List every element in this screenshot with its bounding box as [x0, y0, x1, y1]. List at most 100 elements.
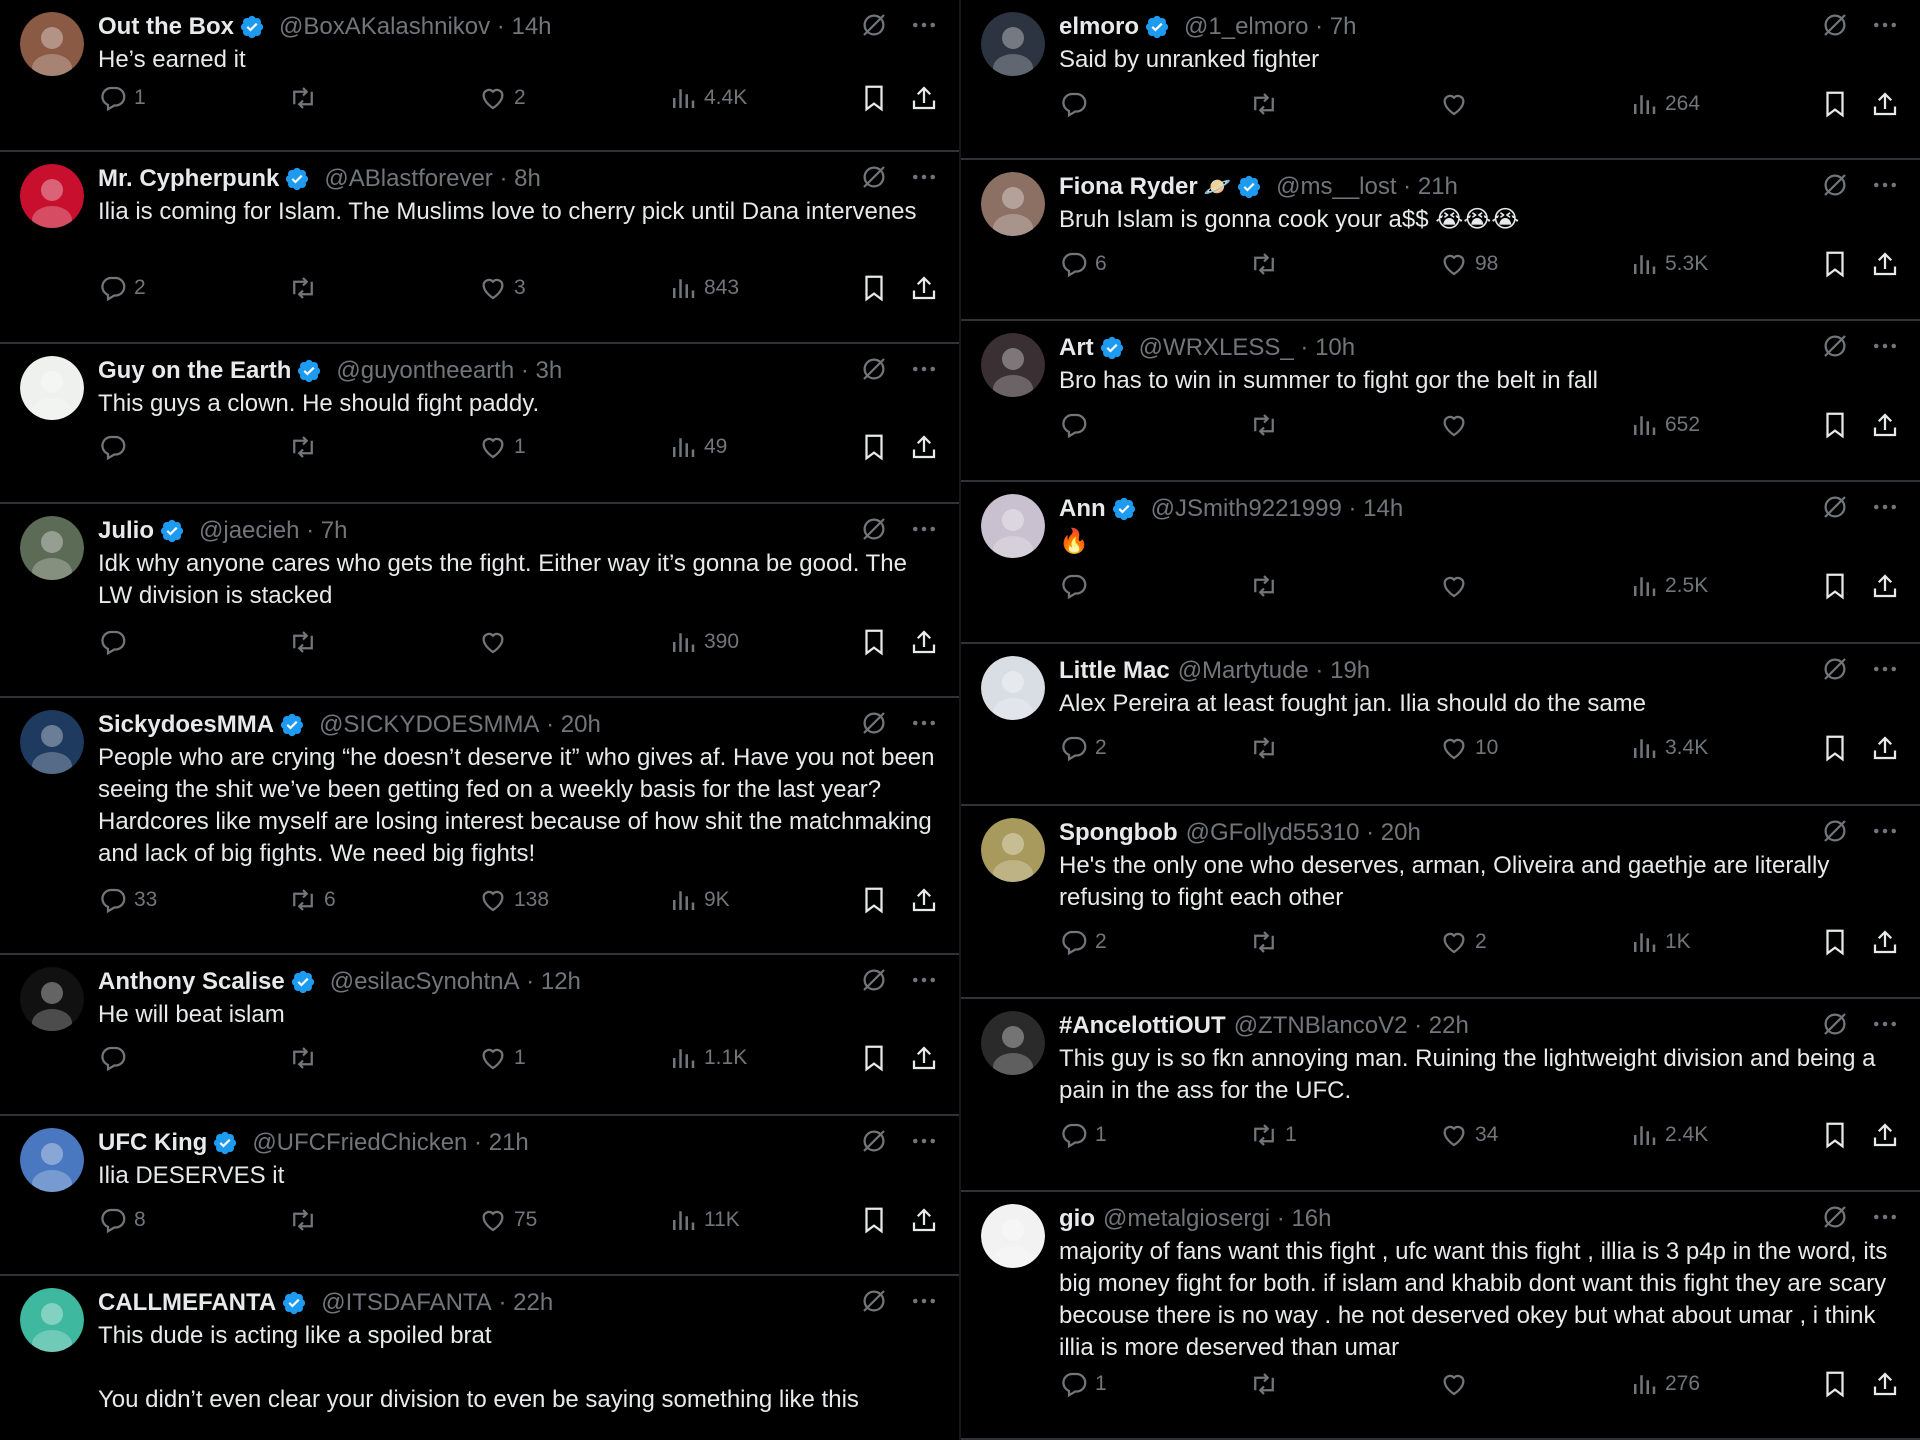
share-button[interactable]: [1870, 249, 1900, 279]
tweet[interactable]: Fiona Ryder 🪐 @ms__lost · 21h Bruh Islam…: [961, 160, 1920, 321]
avatar[interactable]: [981, 818, 1045, 882]
views-button[interactable]: 9K: [668, 885, 730, 915]
retweet-button[interactable]: 1: [1249, 1120, 1297, 1150]
grok-icon[interactable]: [859, 708, 889, 738]
retweet-button[interactable]: [288, 273, 324, 303]
avatar[interactable]: [981, 1204, 1045, 1268]
display-name[interactable]: Ann: [1059, 495, 1106, 523]
tweet-time[interactable]: 8h: [514, 165, 541, 193]
share-button[interactable]: [909, 885, 939, 915]
display-name[interactable]: UFC King: [98, 1129, 207, 1157]
like-button[interactable]: 2: [478, 83, 526, 113]
user-handle[interactable]: @ms__lost: [1276, 173, 1396, 201]
like-button[interactable]: 1: [478, 1043, 526, 1073]
reply-button[interactable]: 2: [1059, 733, 1107, 763]
retweet-button[interactable]: [1249, 410, 1285, 440]
views-button[interactable]: 264: [1629, 89, 1700, 119]
retweet-button[interactable]: [1249, 89, 1285, 119]
retweet-button[interactable]: [288, 1205, 324, 1235]
tweet[interactable]: Little Mac @Martytude · 19h Alex Pereira…: [961, 644, 1920, 806]
bookmark-button[interactable]: [1820, 733, 1850, 763]
reply-button[interactable]: 1: [1059, 1369, 1107, 1399]
tweet[interactable]: SickydoesMMA @SICKYDOESMMA · 20h People …: [0, 698, 959, 955]
reply-button[interactable]: [1059, 410, 1095, 440]
more-options-icon[interactable]: [909, 708, 939, 738]
user-handle[interactable]: @metalgiosergi: [1103, 1205, 1270, 1233]
tweet[interactable]: elmoro @1_elmoro · 7h Said by unranked f…: [961, 0, 1920, 160]
avatar[interactable]: [20, 1128, 84, 1192]
bookmark-button[interactable]: [859, 432, 889, 462]
avatar[interactable]: [981, 1011, 1045, 1075]
bookmark-button[interactable]: [1820, 1120, 1850, 1150]
like-button[interactable]: 3: [478, 273, 526, 303]
like-button[interactable]: 34: [1439, 1120, 1498, 1150]
tweet[interactable]: CALLMEFANTA @ITSDAFANTA · 22h This dude …: [0, 1276, 959, 1440]
bookmark-button[interactable]: [1820, 89, 1850, 119]
avatar[interactable]: [981, 12, 1045, 76]
more-options-icon[interactable]: [1870, 170, 1900, 200]
views-button[interactable]: 652: [1629, 410, 1700, 440]
tweet[interactable]: Spongbob @GFollyd55310 · 20h He's the on…: [961, 806, 1920, 999]
grok-icon[interactable]: [1820, 1202, 1850, 1232]
tweet[interactable]: Ann @JSmith9221999 · 14h 🔥 2.5K: [961, 482, 1920, 644]
share-button[interactable]: [909, 1043, 939, 1073]
tweet-time[interactable]: 20h: [1381, 819, 1421, 847]
tweet-time[interactable]: 21h: [489, 1129, 529, 1157]
avatar[interactable]: [981, 656, 1045, 720]
grok-icon[interactable]: [1820, 654, 1850, 684]
user-handle[interactable]: @1_elmoro: [1184, 13, 1308, 41]
like-button[interactable]: [478, 627, 514, 657]
like-button[interactable]: [1439, 410, 1475, 440]
avatar[interactable]: [20, 710, 84, 774]
share-button[interactable]: [909, 432, 939, 462]
more-options-icon[interactable]: [1870, 816, 1900, 846]
tweet-time[interactable]: 22h: [1429, 1012, 1469, 1040]
more-options-icon[interactable]: [1870, 1202, 1900, 1232]
views-button[interactable]: 1.1K: [668, 1043, 747, 1073]
avatar[interactable]: [20, 516, 84, 580]
grok-icon[interactable]: [859, 162, 889, 192]
more-options-icon[interactable]: [909, 1126, 939, 1156]
display-name[interactable]: CALLMEFANTA: [98, 1289, 276, 1317]
like-button[interactable]: 2: [1439, 927, 1487, 957]
retweet-button[interactable]: [1249, 1369, 1285, 1399]
display-name[interactable]: Out the Box: [98, 13, 234, 41]
reply-button[interactable]: 33: [98, 885, 157, 915]
user-handle[interactable]: @ABlastforever: [324, 165, 492, 193]
avatar[interactable]: [20, 12, 84, 76]
tweet[interactable]: UFC King @UFCFriedChicken · 21h Ilia DES…: [0, 1116, 959, 1276]
bookmark-button[interactable]: [1820, 249, 1850, 279]
grok-icon[interactable]: [859, 10, 889, 40]
more-options-icon[interactable]: [909, 162, 939, 192]
display-name[interactable]: Julio: [98, 517, 154, 545]
display-name[interactable]: elmoro: [1059, 13, 1139, 41]
user-handle[interactable]: @esilacSynohtnA: [330, 968, 520, 996]
reply-button[interactable]: 2: [1059, 927, 1107, 957]
user-handle[interactable]: @GFollyd55310: [1186, 819, 1360, 847]
reply-button[interactable]: [98, 1043, 134, 1073]
tweet-time[interactable]: 7h: [321, 517, 348, 545]
bookmark-button[interactable]: [1820, 927, 1850, 957]
views-button[interactable]: 49: [668, 432, 727, 462]
share-button[interactable]: [1870, 1120, 1900, 1150]
more-options-icon[interactable]: [1870, 492, 1900, 522]
retweet-button[interactable]: [288, 1043, 324, 1073]
tweet-time[interactable]: 16h: [1291, 1205, 1331, 1233]
tweet[interactable]: Guy on the Earth @guyontheearth · 3h Thi…: [0, 344, 959, 504]
avatar[interactable]: [20, 967, 84, 1031]
retweet-button[interactable]: [1249, 571, 1285, 601]
share-button[interactable]: [1870, 89, 1900, 119]
bookmark-button[interactable]: [859, 83, 889, 113]
share-button[interactable]: [1870, 1369, 1900, 1399]
share-button[interactable]: [909, 1205, 939, 1235]
more-options-icon[interactable]: [909, 1286, 939, 1316]
bookmark-button[interactable]: [1820, 410, 1850, 440]
grok-icon[interactable]: [1820, 1009, 1850, 1039]
more-options-icon[interactable]: [909, 965, 939, 995]
bookmark-button[interactable]: [1820, 1369, 1850, 1399]
user-handle[interactable]: @Martytude: [1178, 657, 1309, 685]
avatar[interactable]: [20, 356, 84, 420]
avatar[interactable]: [981, 333, 1045, 397]
like-button[interactable]: 98: [1439, 249, 1498, 279]
reply-button[interactable]: [1059, 571, 1095, 601]
